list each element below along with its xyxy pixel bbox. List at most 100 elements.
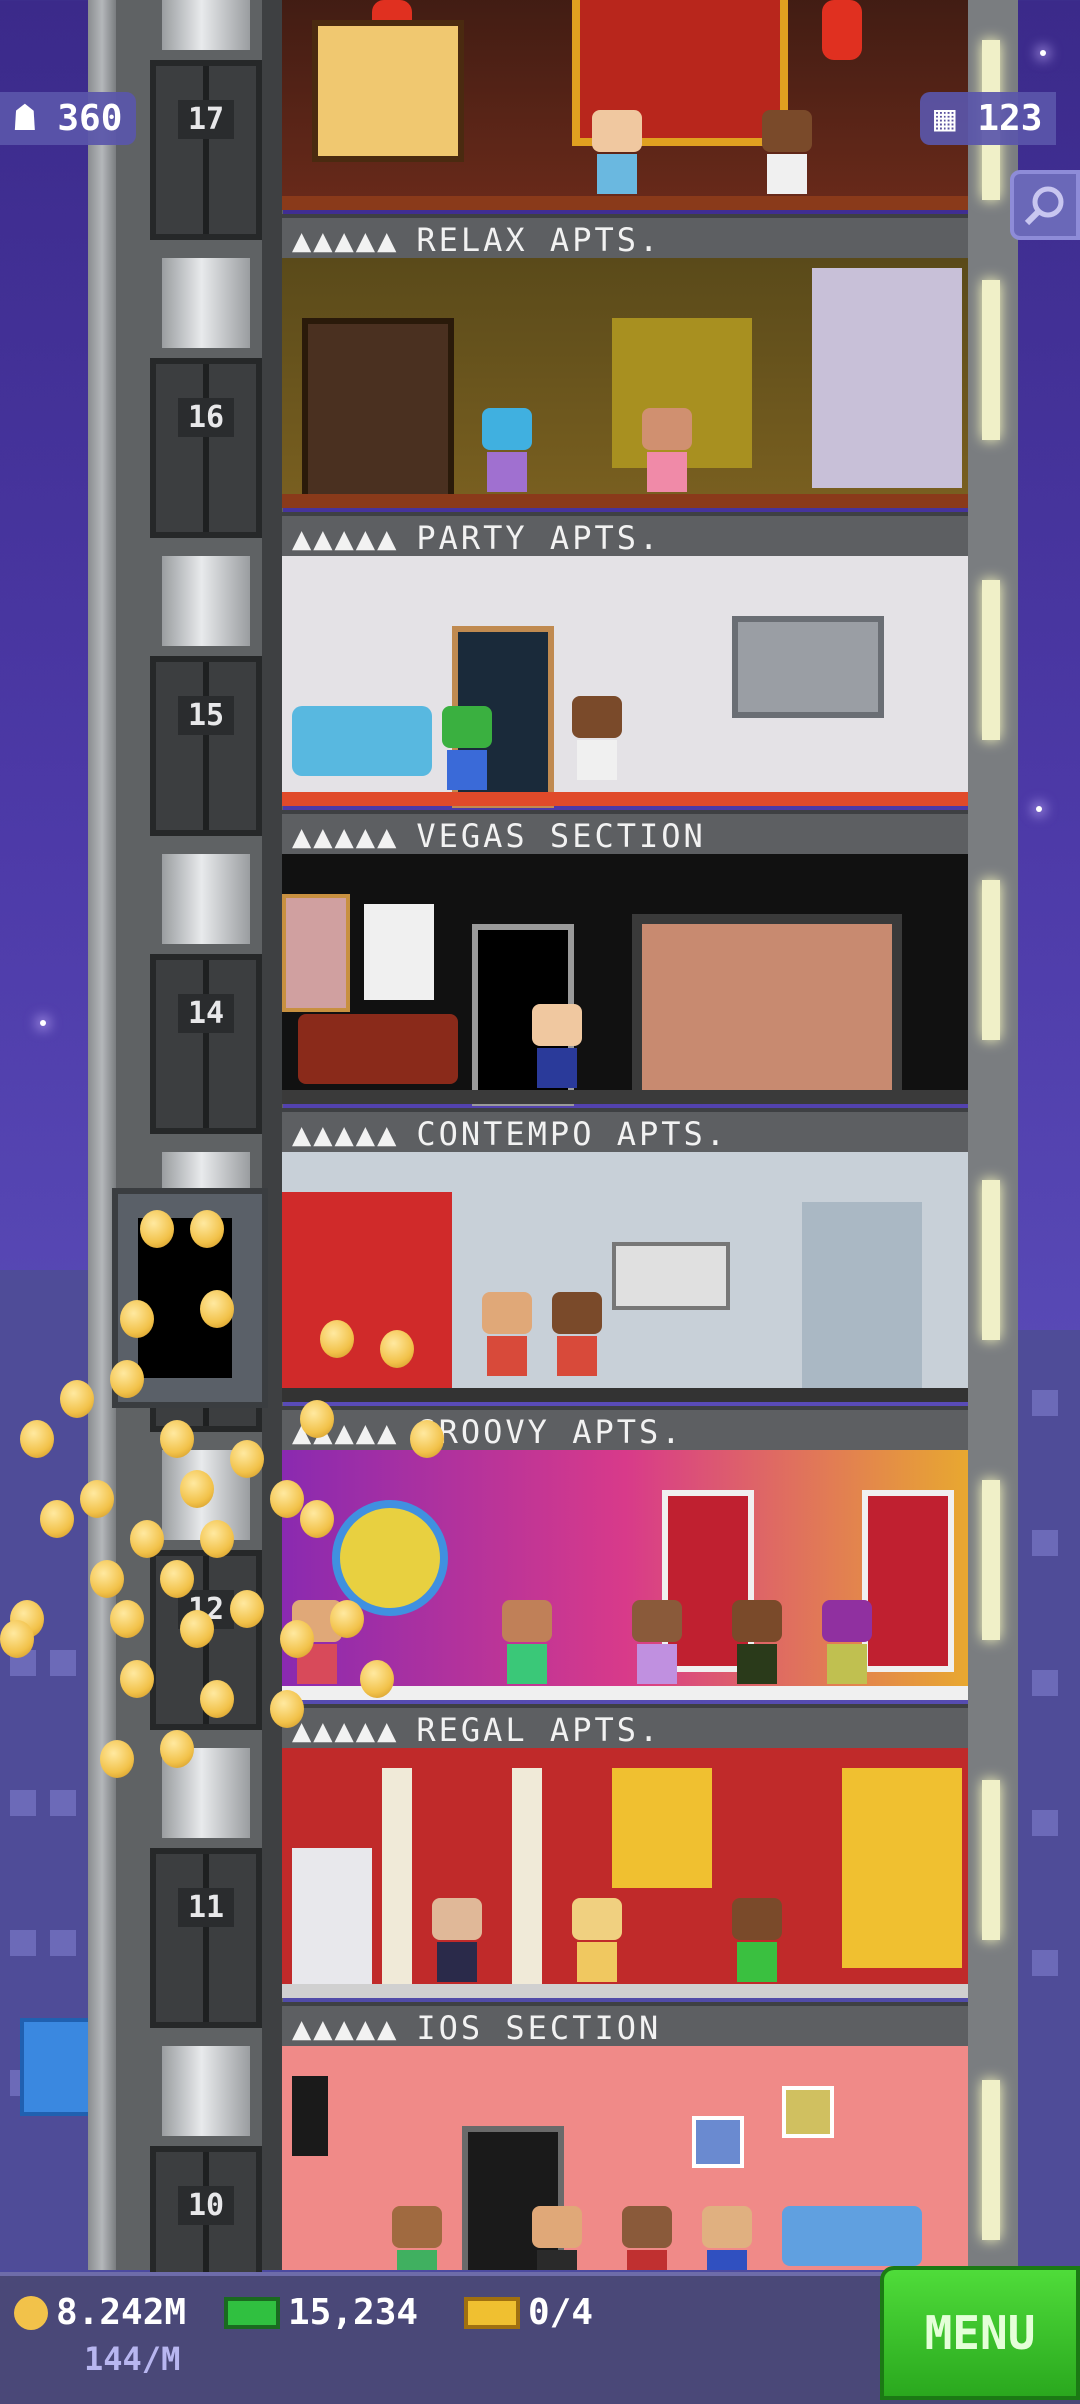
resident[interactable] [432,1898,482,1988]
floor-number: 17 [178,100,234,139]
coin-icon[interactable] [200,1680,234,1718]
resident[interactable] [822,1600,872,1690]
lantern-icon [822,0,862,60]
resident[interactable] [762,110,812,200]
coin-icon[interactable] [280,1620,314,1658]
elevator-stop[interactable]: 14 [150,854,262,1154]
red-panel [282,1192,452,1392]
bux-stat[interactable]: 15,234 [224,2292,418,2333]
coin-icon[interactable] [110,1600,144,1638]
coin-icon[interactable] [230,1440,264,1478]
coin-icon[interactable] [200,1290,234,1328]
coin-icon[interactable] [130,1520,164,1558]
coin-icon[interactable] [330,1600,364,1638]
coin-icon[interactable] [40,1500,74,1538]
star-icon [1040,50,1046,56]
peace-sign [332,1500,448,1616]
floor-counter[interactable]: ▦ 123 [920,92,1057,145]
resident[interactable] [532,2206,582,2270]
floor-14[interactable]: ▲▲▲▲▲ CONTEMPO APTS. [282,854,968,1152]
coin-icon[interactable] [160,1420,194,1458]
city-building [0,1270,90,2270]
coin-icon[interactable] [100,1740,134,1778]
resident[interactable] [622,2206,672,2270]
shaft-pipe [162,0,250,50]
floor-16[interactable]: ▲▲▲▲▲ PARTY APTS. [282,258,968,556]
floor-11[interactable]: ▲▲▲▲▲ IOS SECTION [282,1748,968,2046]
elevator-stop[interactable]: 16 [150,258,262,558]
coin-icon[interactable] [160,1730,194,1768]
coin-icon[interactable] [300,1500,334,1538]
floor-17-room [282,0,968,210]
resident[interactable] [642,408,692,498]
elevator-stop[interactable]: 15 [150,556,262,856]
menu-button[interactable]: MENU [880,2266,1080,2400]
resident[interactable] [572,1898,622,1988]
floor-17[interactable]: ▲▲▲▲▲ RELAX APTS. [282,0,968,258]
resident[interactable] [392,2206,442,2270]
shaft-pipe [162,854,250,944]
coin-icon[interactable] [160,1560,194,1598]
floor-13[interactable]: ▲▲▲▲▲ GROOVY APTS. [282,1152,968,1450]
coin-icon[interactable] [200,1520,234,1558]
coin-icon[interactable] [410,1420,444,1458]
tickets-stat[interactable]: 0/4 [464,2292,593,2333]
coin-icon[interactable] [270,1480,304,1518]
resident[interactable] [482,1292,532,1382]
shaft-pipe [162,2046,250,2136]
coins-stat[interactable]: 8.242M [14,2292,186,2333]
coin-icon[interactable] [300,1400,334,1438]
coin-icon[interactable] [60,1380,94,1418]
floor-14-room [282,854,968,1106]
coin-icon[interactable] [20,1420,54,1458]
floor-10-room [282,2046,968,2270]
floor-12[interactable]: ▲▲▲▲▲ REGAL APTS. [282,1450,968,1748]
coin-icon[interactable] [120,1300,154,1338]
resident[interactable] [482,408,532,498]
coin-icon[interactable] [190,1210,224,1248]
floor-15[interactable]: ▲▲▲▲▲ VEGAS SECTION [282,556,968,854]
coin-icon[interactable] [140,1210,174,1248]
search-button[interactable] [1010,170,1080,240]
coin-icon[interactable] [380,1330,414,1368]
floor-10[interactable] [282,2046,968,2270]
coin-icon[interactable] [0,1620,34,1658]
billboard-icon [20,2018,96,2116]
coin-icon[interactable] [360,1660,394,1698]
resident[interactable] [552,1292,602,1382]
inner-rail [262,0,282,2270]
shaft-door [150,358,262,538]
coin-icon[interactable] [320,1320,354,1358]
floor-strip [282,1984,968,1998]
coin-icon[interactable] [120,1660,154,1698]
coin-icon[interactable] [110,1360,144,1398]
resident[interactable] [702,2206,752,2270]
resident[interactable] [502,1600,552,1690]
coin-icon[interactable] [90,1560,124,1598]
coin-icon[interactable] [270,1690,304,1728]
menu-label: MENU [924,2306,1036,2360]
population-counter[interactable]: ☗ 360 [0,92,137,145]
elevator-stop[interactable]: 11 [150,1748,262,2048]
resident[interactable] [572,696,622,786]
elevator-stop[interactable]: 17 [150,0,262,260]
column [382,1768,412,1988]
bux-icon [224,2296,280,2329]
shaft-pipe [162,258,250,348]
floor-12-label: ▲▲▲▲▲ REGAL APTS. [282,1704,968,1748]
floor-strip [282,1090,968,1104]
coin-icon[interactable] [180,1470,214,1508]
coin-icon[interactable] [230,1590,264,1628]
resident[interactable] [732,1600,782,1690]
coin-icon[interactable] [80,1480,114,1518]
floor-13-room [282,1152,968,1402]
tickets-value: 0/4 [528,2292,594,2333]
floor-strip [282,792,968,806]
resident[interactable] [592,110,642,200]
resident[interactable] [442,706,492,796]
resident[interactable] [732,1898,782,1988]
floor-strip [282,494,968,508]
coin-icon[interactable] [180,1610,214,1648]
resident[interactable] [632,1600,682,1690]
resident[interactable] [532,1004,582,1094]
